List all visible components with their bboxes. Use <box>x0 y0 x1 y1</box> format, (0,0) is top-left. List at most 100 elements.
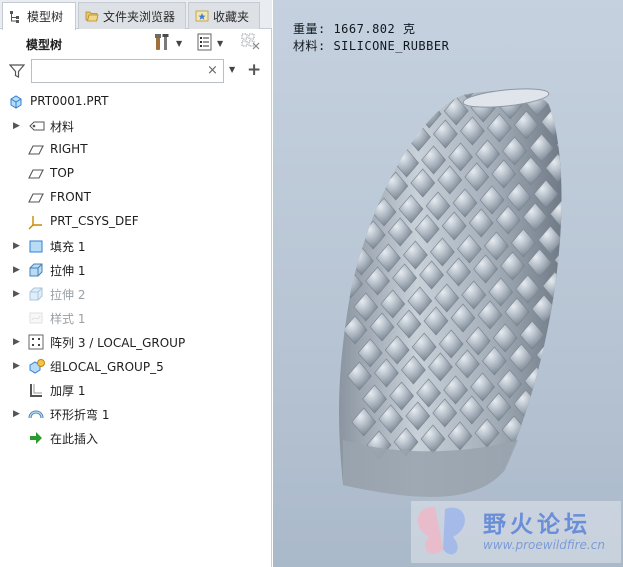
surface-bump <box>340 154 365 184</box>
chevron-right-icon[interactable]: ▶ <box>13 336 23 348</box>
surface-bump <box>401 90 427 106</box>
tree-item[interactable]: ▶ 拉伸 1 <box>0 258 272 282</box>
show-dropdown-button[interactable]: ▼ <box>196 33 223 53</box>
tree-item-label: 填充 1 <box>50 240 86 254</box>
tab-label: 收藏夹 <box>213 9 250 24</box>
extrude-icon <box>28 286 44 302</box>
surface-bump <box>579 361 603 389</box>
graphics-viewport[interactable]: 重量: 1667.802 克 材料: SILICONE_RUBBER 野火论坛 … <box>273 0 623 567</box>
tree-item[interactable]: ▶ 材料 <box>0 114 272 138</box>
chevron-right-icon[interactable]: ▶ <box>13 360 23 372</box>
surface-bump <box>339 177 355 207</box>
surface-bump <box>583 407 607 435</box>
tab-label: 模型树 <box>27 10 64 24</box>
grid-icon <box>241 33 261 54</box>
surface-bump <box>374 90 400 109</box>
tree-item-label: 组LOCAL_GROUP_5 <box>50 360 164 374</box>
tree-item[interactable]: 在此插入 <box>0 426 272 450</box>
tab-favorites[interactable]: 收藏夹 <box>188 2 260 29</box>
tree-item[interactable]: TOP <box>0 162 272 186</box>
tab-folder-browser[interactable]: 文件夹浏览器 <box>78 2 186 29</box>
datum-plane-icon <box>28 166 44 182</box>
filter-bar: × ▼ + <box>0 59 272 85</box>
chevron-right-icon[interactable]: ▶ <box>13 264 23 276</box>
surface-bump <box>555 409 562 439</box>
tree-root[interactable]: PRT0001.PRT <box>0 90 272 114</box>
close-icon[interactable]: × <box>207 63 218 78</box>
tree-toolbar: 模型树 ▼ ▼ <box>0 29 272 59</box>
style-icon <box>28 310 44 326</box>
watermark-text: 野火论坛 <box>483 512 591 538</box>
part-icon <box>8 94 24 110</box>
surface-bump <box>574 315 598 343</box>
surface-bump <box>339 223 359 253</box>
tree-item[interactable]: ▶ 阵列 3 / LOCAL_GROUP <box>0 330 272 354</box>
filter-icon[interactable] <box>8 63 26 79</box>
surface-bump <box>528 412 554 442</box>
datum-plane-icon <box>28 190 44 206</box>
tree-item[interactable]: ▶ 填充 1 <box>0 234 272 258</box>
tree-item-label: 加厚 1 <box>50 384 86 398</box>
surface-bump <box>339 131 350 161</box>
favorites-icon <box>195 9 209 23</box>
surface-bump <box>540 386 562 416</box>
folder-icon <box>85 9 99 23</box>
tree-item-label: FRONT <box>50 190 91 204</box>
chevron-down-icon[interactable]: ▼ <box>229 65 235 74</box>
vase-model[interactable] <box>321 62 607 498</box>
group-icon <box>28 358 45 374</box>
surface-bump <box>546 317 562 347</box>
watermark-url: www.proewildfire.cn <box>483 538 605 552</box>
tree-item-label: 材料 <box>50 120 75 134</box>
chevron-right-icon[interactable]: ▶ <box>13 120 23 132</box>
surface-bump <box>362 105 388 135</box>
tree-item[interactable]: 样式 1 <box>0 306 272 330</box>
tree-item[interactable]: ▶ 组LOCAL_GROUP_5 <box>0 354 272 378</box>
surface-bump <box>570 269 594 297</box>
tree-item-label: PRT_CSYS_DEF <box>50 214 139 228</box>
chevron-right-icon[interactable]: ▶ <box>13 240 23 252</box>
grid-settings-button[interactable] <box>241 33 261 53</box>
surface-bump <box>344 200 370 230</box>
surface-bump <box>563 338 587 366</box>
surface-bump <box>339 108 361 138</box>
datum-plane-icon <box>28 142 44 158</box>
settings-dropdown-button[interactable]: ▼ <box>153 33 182 53</box>
model-3d-view[interactable] <box>273 0 623 567</box>
surface-bump <box>428 90 454 103</box>
tree-item-label: 样式 1 <box>50 312 86 326</box>
surface-bump <box>537 62 561 90</box>
navigator-tabs: 模型树 文件夹浏览器 收藏夹 <box>0 0 272 30</box>
tree-item[interactable]: 加厚 1 <box>0 378 272 402</box>
tree-item[interactable]: RIGHT <box>0 138 272 162</box>
mass-readout: 重量: 1667.802 克 <box>293 22 416 36</box>
tree-item-label: PRT0001.PRT <box>30 94 109 108</box>
chevron-right-icon[interactable]: ▶ <box>13 288 23 300</box>
surface-bump <box>565 223 589 251</box>
tree-item[interactable]: FRONT <box>0 186 272 210</box>
chevron-right-icon[interactable]: ▶ <box>13 408 23 420</box>
tree-icon <box>9 10 23 24</box>
tree-item-label: RIGHT <box>50 142 88 156</box>
surface-bump <box>560 176 562 206</box>
tab-model-tree[interactable]: 模型树 <box>2 2 76 30</box>
tree-item[interactable]: ▶ 环形折弯 1 <box>0 402 272 426</box>
surface-bump <box>347 90 373 112</box>
chevron-down-icon: ▼ <box>217 38 224 48</box>
add-filter-button[interactable]: + <box>247 60 261 80</box>
surface-bump <box>367 151 392 181</box>
fill-icon <box>28 238 44 254</box>
tree-title: 模型树 <box>26 38 63 52</box>
tree-item-label: 在此插入 <box>50 432 99 446</box>
tools-icon <box>153 33 173 54</box>
surface-bump <box>352 128 377 158</box>
tree-item-label: 阵列 3 / LOCAL_GROUP <box>50 336 186 350</box>
tree-item[interactable]: PRT_CSYS_DEF <box>0 210 272 234</box>
tree-search-input[interactable] <box>31 59 224 83</box>
surface-bump <box>568 384 592 412</box>
tree-item-label: TOP <box>50 166 75 180</box>
surface-bump <box>551 90 562 114</box>
model-properties: 重量: 1667.802 克 材料: SILICONE_RUBBER <box>293 21 449 55</box>
tree-item[interactable]: ▶ 拉伸 2 <box>0 282 272 306</box>
chevron-down-icon: ▼ <box>176 38 183 48</box>
